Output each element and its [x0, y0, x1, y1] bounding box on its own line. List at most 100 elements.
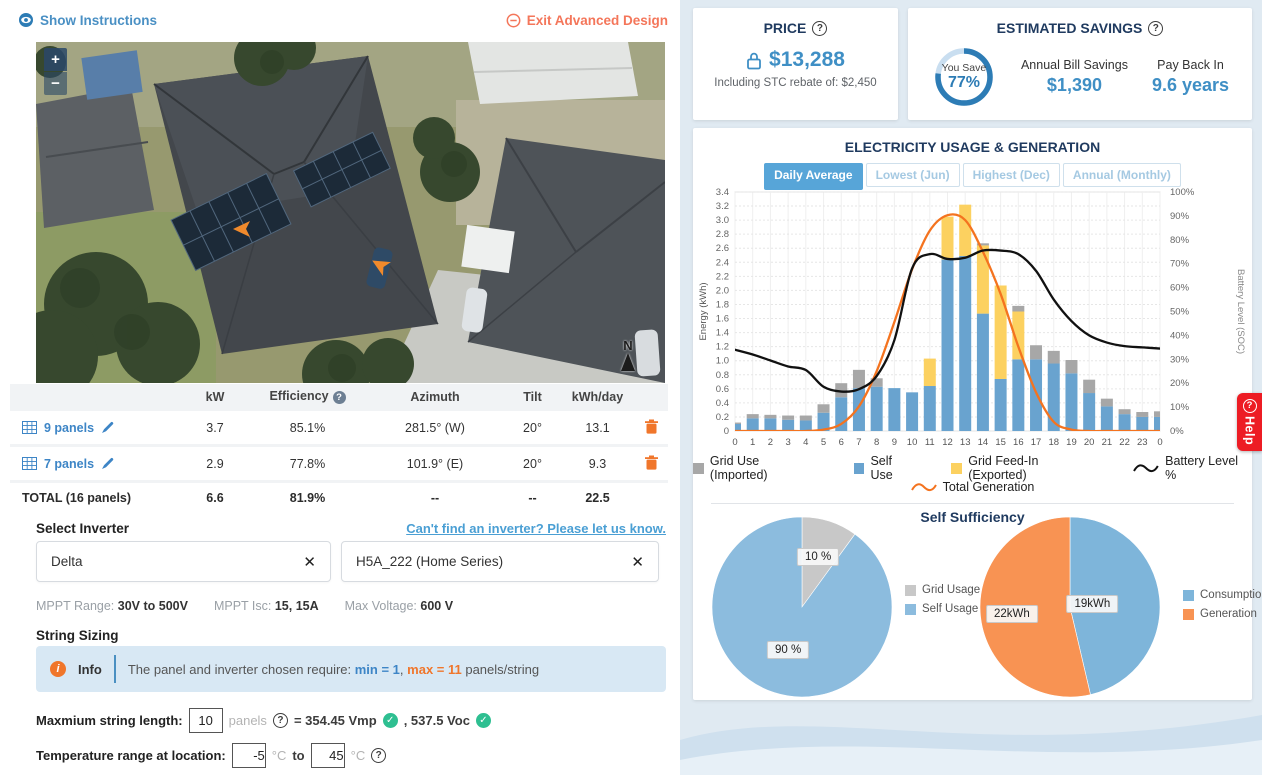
exit-advanced-design-button[interactable]: Exit Advanced Design [506, 13, 668, 28]
edit-pencil-icon[interactable] [101, 457, 114, 470]
temperature-help-icon[interactable]: ? [371, 748, 386, 763]
svg-text:40%: 40% [1170, 330, 1190, 341]
svg-text:2.2: 2.2 [716, 271, 729, 282]
svg-text:10: 10 [907, 437, 918, 448]
svg-text:0%: 0% [1170, 426, 1184, 437]
svg-text:14: 14 [978, 437, 989, 448]
svg-text:0: 0 [724, 426, 729, 437]
eye-icon [18, 12, 34, 28]
voc-ok-icon: ✓ [476, 713, 491, 728]
efficiency-help-icon[interactable]: ? [333, 391, 346, 404]
svg-text:19: 19 [1066, 437, 1077, 448]
edit-pencil-icon[interactable] [101, 421, 114, 434]
svg-text:10%: 10% [1170, 402, 1190, 413]
help-question-icon: ? [1243, 399, 1257, 413]
col-tilt: Tilt [505, 390, 560, 404]
svg-text:3.2: 3.2 [716, 201, 729, 212]
svg-text:20: 20 [1084, 437, 1095, 448]
svg-text:60%: 60% [1170, 283, 1190, 294]
string-1-link[interactable]: 9 panels [44, 421, 94, 435]
estimated-savings-card: ESTIMATED SAVINGS ? You Save 77% Annual … [908, 8, 1252, 120]
cell-efficiency: 77.8% [250, 457, 365, 471]
legend-item: Battery Level % [1133, 454, 1252, 482]
svg-text:23: 23 [1137, 437, 1148, 448]
temp-max-input[interactable] [311, 743, 345, 768]
svg-text:2: 2 [768, 437, 773, 448]
map-zoom-in-button[interactable]: + [44, 48, 67, 71]
cell-tilt: 20° [505, 421, 560, 435]
delete-string-icon[interactable] [645, 419, 658, 434]
inverter-brand-select[interactable]: Delta ✕ [36, 541, 331, 582]
svg-text:1.4: 1.4 [716, 328, 729, 339]
chart-tabs: Daily Average Lowest (Jun) Highest (Dec)… [693, 163, 1252, 187]
tab-annual-monthly[interactable]: Annual (Monthly) [1063, 163, 1181, 187]
string-length-help-icon[interactable]: ? [273, 713, 288, 728]
cell-kwhday: 13.1 [560, 421, 635, 435]
temp-min-input[interactable] [232, 743, 266, 768]
svg-text:0.2: 0.2 [716, 412, 729, 423]
svg-text:2.8: 2.8 [716, 229, 729, 240]
svg-text:1.2: 1.2 [716, 342, 729, 353]
svg-text:11: 11 [925, 437, 935, 448]
select-inverter-label: Select Inverter [36, 521, 129, 536]
svg-text:Energy (kWh): Energy (kWh) [698, 282, 709, 340]
svg-text:3.0: 3.0 [716, 215, 729, 226]
inverter-request-link[interactable]: Can't find an inverter? Please let us kn… [406, 521, 666, 536]
help-button[interactable]: ? Help [1237, 393, 1262, 451]
pie-slice-label: 19kWh [1066, 595, 1118, 613]
svg-text:0.6: 0.6 [716, 384, 729, 395]
svg-text:6: 6 [839, 437, 844, 448]
max-string-length-row: Maxmium string length: panels ? = 354.45… [36, 708, 491, 733]
svg-text:80%: 80% [1170, 235, 1190, 246]
price-help-icon[interactable]: ? [812, 21, 827, 36]
svg-text:22: 22 [1119, 437, 1130, 448]
pie-slice-label: 10 % [797, 548, 839, 566]
tab-lowest-jun[interactable]: Lowest (Jun) [866, 163, 960, 187]
map-zoom-out-button[interactable]: − [44, 72, 67, 95]
tab-highest-dec[interactable]: Highest (Dec) [963, 163, 1060, 187]
price-card: PRICE ? $13,288 Including STC rebate of:… [693, 8, 898, 120]
aerial-map[interactable]: + − N [36, 42, 665, 383]
string-2-link[interactable]: 7 panels [44, 457, 94, 471]
exit-advanced-design-label: Exit Advanced Design [527, 13, 668, 28]
delete-string-icon[interactable] [645, 455, 658, 470]
north-compass-icon: N [615, 339, 641, 375]
aerial-imagery [36, 42, 665, 383]
inverter-model-value: H5A_222 (Home Series) [356, 554, 503, 569]
minus-circle-icon [506, 13, 521, 28]
svg-text:1.6: 1.6 [716, 314, 729, 325]
lock-icon [746, 51, 762, 70]
svg-text:3.4: 3.4 [716, 187, 729, 198]
tab-daily-average[interactable]: Daily Average [764, 163, 863, 187]
panel-grid-icon [22, 421, 37, 434]
col-kwhday: kWh/day [560, 390, 635, 404]
svg-text:5: 5 [821, 437, 826, 448]
svg-text:18: 18 [1048, 437, 1059, 448]
pie-slice-label: 22kWh [986, 605, 1038, 623]
svg-text:Battery Level (SOC): Battery Level (SOC) [1235, 269, 1246, 354]
savings-help-icon[interactable]: ? [1148, 21, 1163, 36]
svg-text:12: 12 [942, 437, 953, 448]
svg-text:0: 0 [1157, 437, 1162, 448]
svg-text:1.8: 1.8 [716, 299, 729, 310]
svg-text:13: 13 [960, 437, 971, 448]
cell-azimuth: 281.5° (W) [365, 421, 505, 435]
results-panel: PRICE ? $13,288 Including STC rebate of:… [680, 0, 1262, 775]
inverter-model-select[interactable]: H5A_222 (Home Series) ✕ [341, 541, 659, 582]
max-string-length-input[interactable] [189, 708, 223, 733]
cell-kw: 2.9 [180, 457, 250, 471]
show-instructions-button[interactable]: Show Instructions [18, 12, 157, 28]
temperature-range-row: Temperature range at location: °C to °C … [36, 743, 386, 768]
show-instructions-label: Show Instructions [40, 13, 157, 28]
svg-text:90%: 90% [1170, 211, 1190, 222]
cell-efficiency: 85.1% [250, 421, 365, 435]
clear-model-icon[interactable]: ✕ [631, 553, 644, 571]
chart-title: ELECTRICITY USAGE & GENERATION [693, 128, 1252, 155]
string-sizing-title: String Sizing [36, 628, 119, 643]
table-row: 7 panels 2.9 77.8% 101.9° (E) 20° 9.3 [10, 447, 668, 480]
pie-legend-item: Self Usage [905, 603, 980, 615]
divider [711, 503, 1234, 504]
svg-text:0.4: 0.4 [716, 398, 729, 409]
legend-item: Grid Use (Imported) [693, 454, 820, 482]
clear-brand-icon[interactable]: ✕ [303, 553, 316, 571]
